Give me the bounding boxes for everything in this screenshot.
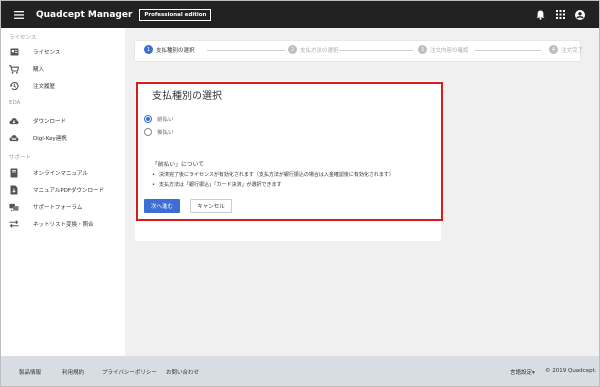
footer-link-terms[interactable]: 利用規約 — [62, 368, 84, 376]
section-title-support: サポート — [9, 155, 32, 161]
step-label: 支払種別の選択 — [156, 47, 195, 54]
footer-link-contact[interactable]: お問い合わせ — [166, 368, 199, 376]
history-icon — [9, 81, 19, 91]
step-label: 支払方法の選択 — [300, 47, 339, 54]
language-selector[interactable]: 言語設定▾ — [510, 368, 535, 376]
sidebar-item-label: ライセンス — [33, 50, 61, 56]
highlight-annotation — [136, 82, 443, 221]
sidebar-item-label: 購入 — [33, 67, 45, 73]
copyright: © 2019 Quadcept. — [545, 368, 597, 374]
step-number: 4 — [549, 45, 558, 54]
section-title-license: ライセンス — [9, 35, 37, 41]
sidebar-item-label: サポートフォーラム — [33, 205, 83, 211]
cart-icon — [9, 64, 19, 74]
step-connector — [339, 50, 413, 51]
sidebar-item-label: オンラインマニュアル — [33, 171, 88, 177]
sidebar-item-label: 注文履歴 — [33, 84, 56, 90]
sidebar-item-label: マニュアルPDFダウンロード — [33, 188, 105, 194]
sidebar: ライセンス ライセンス 購入 注文履歴 EDA ダウンロード Digi-Key連… — [1, 28, 125, 356]
license-card-icon — [9, 47, 19, 57]
sidebar-item-label: ネットリスト変換・照合 — [33, 222, 94, 228]
sidebar-item-support-forum[interactable]: サポートフォーラム — [9, 201, 125, 213]
step-number: 1 — [144, 45, 153, 54]
step-number: 2 — [288, 45, 297, 54]
sidebar-item-download[interactable]: ダウンロード — [9, 115, 125, 127]
step-1: 1 支払種別の選択 — [144, 45, 195, 54]
sidebar-item-manual-pdf[interactable]: マニュアルPDFダウンロード — [9, 184, 125, 196]
section-title-eda: EDA — [9, 100, 21, 106]
step-2: 2 支払方法の選択 — [288, 45, 339, 54]
step-3: 3 注文内容の確認 — [418, 45, 469, 54]
step-label: 注文内容の確認 — [430, 47, 469, 54]
step-connector — [207, 50, 285, 51]
sidebar-item-digikey[interactable]: Digi-Key連携 — [9, 132, 125, 144]
app-title: Quadcept Manager — [36, 9, 133, 20]
account-icon[interactable] — [575, 9, 585, 20]
sidebar-item-online-manual[interactable]: オンラインマニュアル — [9, 167, 125, 179]
sidebar-item-purchase[interactable]: 購入 — [9, 63, 125, 75]
sidebar-item-license[interactable]: ライセンス — [9, 46, 125, 58]
sidebar-item-order-history[interactable]: 注文履歴 — [9, 80, 125, 92]
pdf-download-icon — [9, 185, 19, 195]
footer-link-privacy[interactable]: プライバシーポリシー — [102, 368, 157, 376]
footer: 製品情報 利用規約 プライバシーポリシー お問い合わせ 言語設定▾ © 2019… — [1, 356, 599, 386]
step-label: 注文完了 — [561, 47, 584, 54]
checkout-stepper: 1 支払種別の選択 2 支払方法の選択 3 注文内容の確認 4 注文完了 — [135, 41, 583, 61]
forum-icon — [9, 202, 19, 212]
footer-link-products[interactable]: 製品情報 — [19, 368, 41, 376]
step-number: 3 — [418, 45, 427, 54]
edition-badge: Professional edition — [139, 8, 212, 21]
swap-icon — [9, 219, 19, 229]
book-icon — [9, 168, 19, 178]
sidebar-item-label: Digi-Key連携 — [33, 136, 67, 142]
apps-icon[interactable] — [555, 10, 565, 20]
link-icon — [9, 133, 19, 143]
step-4: 4 注文完了 — [549, 45, 583, 54]
top-app-bar: Quadcept Manager Professional edition — [1, 1, 599, 28]
bell-icon[interactable] — [535, 10, 545, 20]
sidebar-item-label: ダウンロード — [33, 119, 67, 125]
cloud-download-icon — [9, 116, 19, 126]
menu-icon[interactable] — [6, 1, 32, 28]
step-connector — [475, 50, 541, 51]
sidebar-item-netlist[interactable]: ネットリスト変換・照合 — [9, 218, 125, 230]
